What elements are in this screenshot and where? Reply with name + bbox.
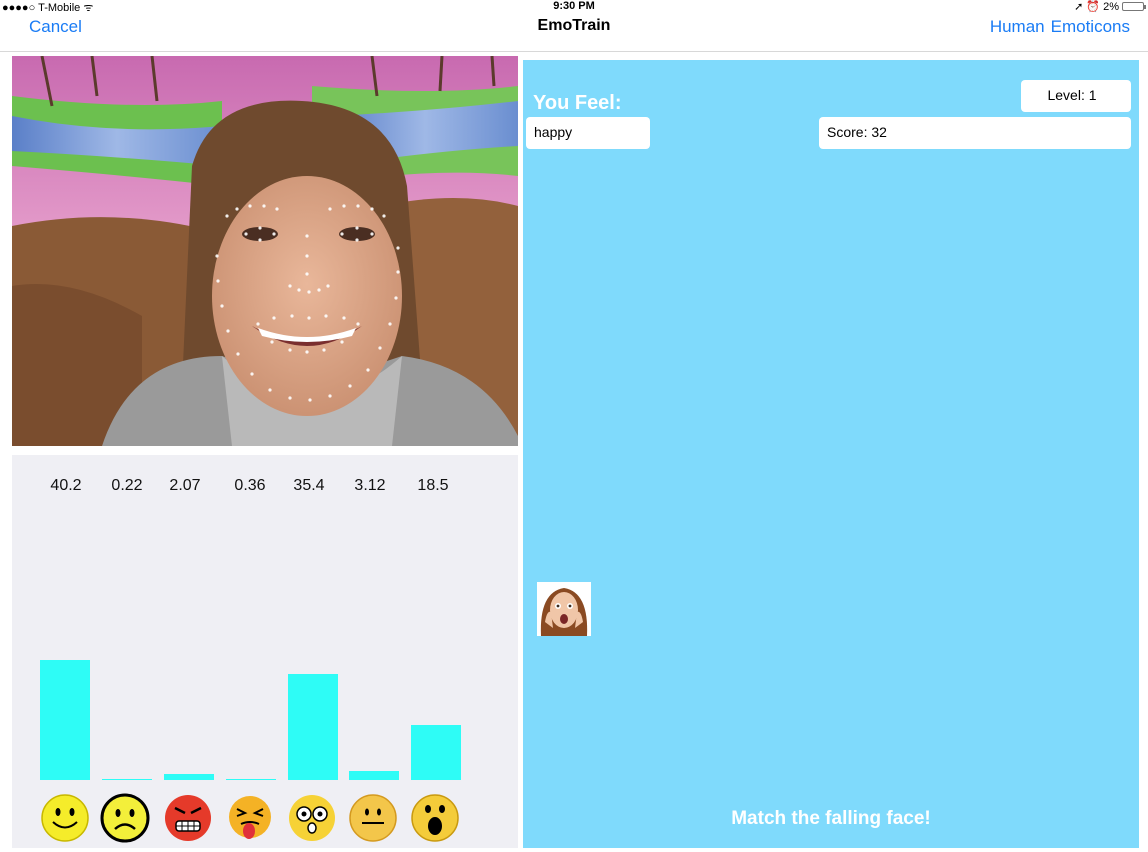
camera-image (12, 56, 518, 446)
location-icon: ➚ (1074, 1, 1084, 13)
camera-feed (12, 56, 518, 446)
level-field: Level: 1 (1021, 80, 1131, 112)
battery-percent: 2% (1103, 0, 1119, 13)
nav-right-buttons: Human Emoticons (990, 17, 1130, 37)
battery-icon (1122, 2, 1146, 11)
status-bar: ●●●●○ T-Mobile ᯤ 9:30 PM ➚ ⏰ 2% (0, 0, 1148, 14)
instruction-text: Match the falling face! (731, 808, 931, 829)
alarm-icon: ⏰ (1086, 1, 1101, 13)
angry-bar (164, 773, 214, 780)
falling-face-image[interactable] (537, 582, 591, 636)
status-right: ➚ ⏰ 2% (1074, 0, 1146, 13)
sad-bar (102, 778, 152, 780)
fear-emoji-icon[interactable] (410, 793, 460, 843)
page-title: EmoTrain (537, 17, 611, 34)
feeling-field: happy (526, 117, 650, 149)
score-field: Score: 32 (819, 117, 1131, 149)
emoji-row (12, 793, 518, 843)
sad-emoji-icon[interactable] (100, 793, 150, 843)
neutral-emoji-icon[interactable] (348, 793, 398, 843)
game-panel[interactable]: You Feel: happy Level: 1 Score: 32 Match… (523, 60, 1139, 848)
happy-emoji-icon[interactable] (40, 793, 90, 843)
surprise-bar (288, 674, 338, 780)
emotion-bars (12, 455, 518, 848)
app-root: ●●●●○ T-Mobile ᯤ 9:30 PM ➚ ⏰ 2% Cancel E… (0, 0, 1148, 852)
surprised-emoji-icon[interactable] (287, 793, 337, 843)
happy-bar (40, 660, 90, 780)
fear-bar (411, 724, 461, 780)
emotion-panel: 40.2 0.22 2.07 0.36 35.4 3.12 18.5 (12, 455, 518, 848)
angry-emoji-icon[interactable] (163, 793, 213, 843)
neutral-bar (349, 770, 399, 780)
disgust-bar (226, 778, 276, 780)
you-feel-label: You Feel: (533, 92, 622, 114)
disgust-emoji-icon[interactable] (225, 793, 275, 843)
human-button[interactable]: Human (990, 17, 1045, 37)
emoticons-button[interactable]: Emoticons (1051, 17, 1130, 37)
status-time: 9:30 PM (553, 0, 595, 12)
cancel-button[interactable]: Cancel (29, 17, 82, 37)
nav-bar: Cancel EmoTrain Human Emoticons (0, 14, 1148, 52)
